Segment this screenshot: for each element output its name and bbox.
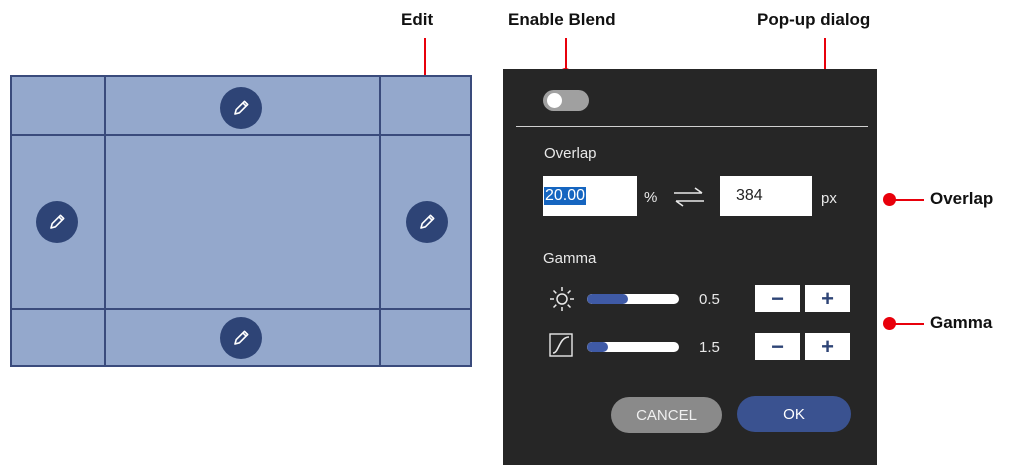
brightness-decrement-button[interactable]: − (755, 285, 800, 312)
pencil-icon (234, 330, 249, 345)
overlap-section-label: Overlap (544, 145, 597, 162)
grid-line-horizontal-top (12, 134, 470, 136)
pencil-icon (420, 214, 435, 229)
overlap-px-input[interactable]: 384 (720, 176, 812, 216)
blend-grid-panel (10, 75, 472, 367)
enable-blend-callout-label: Enable Blend (508, 10, 616, 29)
gamma-callout-label: Gamma (930, 313, 993, 332)
dialog-divider (516, 126, 868, 127)
ok-button[interactable]: OK (737, 396, 851, 432)
pencil-icon (234, 100, 249, 115)
curve-increment-button[interactable]: + (805, 333, 850, 360)
curve-gamma-slider[interactable] (587, 342, 679, 352)
grid-line-vertical-right (379, 77, 381, 365)
brightness-gamma-slider[interactable] (587, 294, 679, 304)
enable-blend-toggle[interactable] (543, 90, 589, 111)
popup-dialog-callout-label: Pop-up dialog (757, 10, 871, 29)
curve-icon (549, 333, 573, 357)
brightness-gamma-value: 0.5 (699, 291, 720, 308)
gamma-callout-line (889, 323, 924, 325)
toggle-knob (547, 93, 562, 108)
brightness-icon (550, 287, 574, 311)
pencil-icon (50, 214, 65, 229)
curve-decrement-button[interactable]: − (755, 333, 800, 360)
overlap-px-unit: px (821, 190, 837, 207)
edit-right-button[interactable] (406, 201, 448, 243)
cancel-button[interactable]: CANCEL (611, 397, 722, 433)
blend-popup-dialog: Overlap 20.00 % 384 px Gamma 0.5 − + 1.5… (503, 69, 877, 465)
grid-line-horizontal-bottom (12, 308, 470, 310)
edit-top-button[interactable] (220, 87, 262, 129)
overlap-callout-label: Overlap (930, 189, 994, 208)
edit-bottom-button[interactable] (220, 317, 262, 359)
overlap-percent-unit: % (644, 189, 658, 206)
edit-left-button[interactable] (36, 201, 78, 243)
brightness-slider-fill (587, 294, 629, 304)
gamma-section-label: Gamma (543, 250, 597, 267)
curve-gamma-value: 1.5 (699, 339, 720, 356)
overlap-px-value: 384 (736, 187, 763, 204)
edit-callout-label: Edit (401, 10, 434, 29)
curve-slider-fill (587, 342, 609, 352)
grid-line-vertical-left (104, 77, 106, 365)
overlap-percent-value: 20.00 (544, 187, 587, 205)
overlap-callout-line (889, 199, 924, 201)
swap-arrows-icon (674, 187, 704, 207)
brightness-increment-button[interactable]: + (805, 285, 850, 312)
overlap-percent-input[interactable]: 20.00 (543, 176, 637, 216)
